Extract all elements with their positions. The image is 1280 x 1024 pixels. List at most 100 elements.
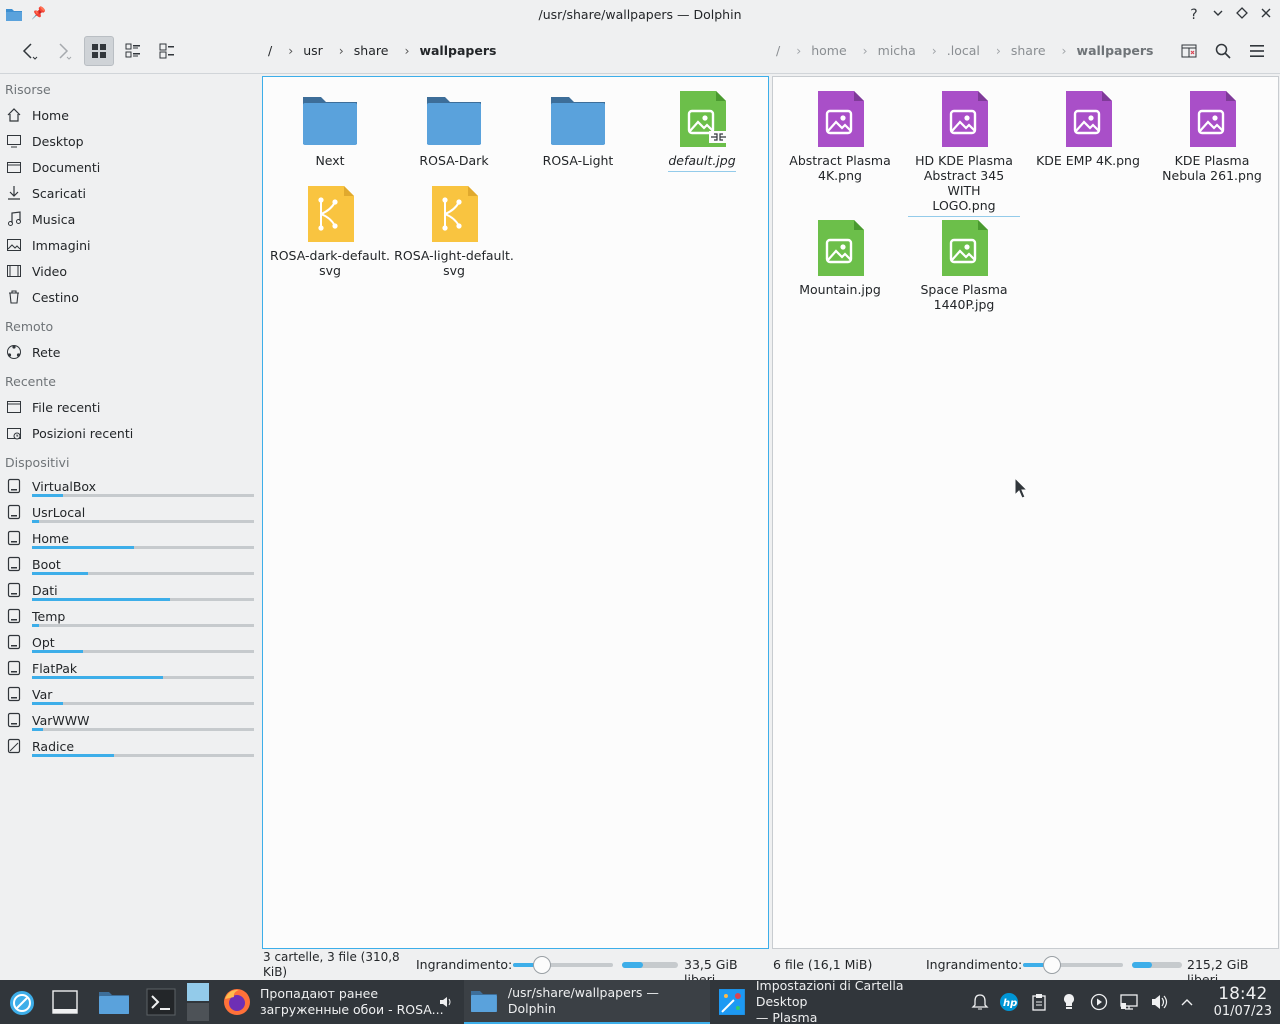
sidebar-item-musica[interactable]: Musica [5, 207, 257, 231]
sidebar-item-desktop[interactable]: Desktop [5, 129, 257, 153]
file-name: ROSA-light-default. svg [394, 248, 514, 278]
zoom-slider-handle[interactable] [533, 956, 551, 974]
network-wired-icon[interactable] [1119, 992, 1139, 1012]
minimize-button[interactable] [1208, 5, 1228, 25]
file-name: Mountain.jpg [799, 282, 881, 297]
lightbulb-icon[interactable] [1059, 992, 1079, 1012]
sidebar-item-documenti[interactable]: Documenti [5, 155, 257, 179]
task-firefox[interactable]: Пропадают ранее загруженные обои - ROSA..… [216, 980, 462, 1024]
rosa-launcher-icon [10, 991, 34, 1015]
breadcrumb-wallpapers[interactable]: wallpapers [419, 43, 496, 58]
back-button[interactable] [12, 36, 46, 66]
video-icon [5, 262, 23, 280]
breadcrumb-root[interactable]: / [776, 43, 780, 58]
right-file-view[interactable]: Abstract Plasma 4K.png HD KDE Plasma Abstr… [772, 76, 1279, 949]
sidebar-item-posizioni-recenti[interactable]: Posizioni recenti [5, 421, 257, 445]
folder-item[interactable]: ROSA-Light [518, 91, 638, 168]
search-button[interactable] [1208, 36, 1238, 66]
hard-drive-icon [5, 503, 23, 521]
sidebar-item-cestino[interactable]: Cestino [5, 285, 257, 309]
menu-button[interactable] [1242, 36, 1272, 66]
sidebar-item-label: Rete [32, 344, 61, 360]
image-file-icon [818, 220, 864, 276]
forward-button[interactable] [48, 36, 78, 66]
file-item[interactable]: Mountain.jpg [780, 220, 900, 297]
file-item[interactable]: HD KDE Plasma Abstract 345 WITH LOGO.png [904, 91, 1024, 217]
split-view-button[interactable] [1174, 36, 1204, 66]
disk-usage-bar [1132, 962, 1182, 968]
details-view-button[interactable] [118, 36, 148, 66]
close-icon [1261, 8, 1271, 18]
compact-view-button[interactable] [152, 36, 182, 66]
chevron-up-icon[interactable] [1177, 992, 1197, 1012]
help-button[interactable]: ? [1184, 5, 1204, 25]
speaker-icon[interactable] [438, 994, 454, 1010]
image-file-icon [818, 91, 864, 147]
folder-icon [99, 992, 129, 1014]
volume-icon[interactable] [1149, 992, 1169, 1012]
task-plasma-settings[interactable]: Impostazioni di Cartella Desktop — Plasma [712, 978, 958, 1024]
sidebar-item-immagini[interactable]: Immagini [5, 233, 257, 257]
hard-drive-icon [5, 529, 23, 547]
breadcrumb-wallpapers[interactable]: wallpapers [1077, 43, 1154, 58]
sidebar-item-file-recenti[interactable]: File recenti [5, 395, 257, 419]
close-button[interactable] [1256, 5, 1276, 25]
recent-locations-icon [5, 424, 23, 442]
breadcrumb-home[interactable]: home [811, 43, 846, 58]
file-item[interactable]: KDE Plasma Nebula 261.png [1152, 91, 1272, 183]
file-item[interactable]: Abstract Plasma 4K.png [780, 91, 900, 183]
pictures-icon [5, 236, 23, 254]
file-item[interactable]: ROSA-light-default. svg [394, 186, 514, 278]
folder-item[interactable]: ROSA-Dark [394, 91, 514, 168]
diamond-icon [1236, 7, 1248, 19]
file-name: Abstract Plasma 4K.png [789, 153, 891, 183]
breadcrumb-usr[interactable]: usr [303, 43, 323, 58]
breadcrumb-local[interactable]: .local [947, 43, 980, 58]
sidebar-item-rete[interactable]: Rete [5, 340, 257, 364]
device-usage-bar [32, 494, 254, 497]
zoom-slider-handle[interactable] [1043, 956, 1061, 974]
folder-icon [427, 97, 481, 145]
device-usage-bar [32, 754, 254, 757]
chevron-left-icon [22, 43, 38, 60]
file-item[interactable]: KDE EMP 4K.png [1028, 91, 1148, 168]
network-icon [5, 343, 23, 361]
pager-widget[interactable] [186, 982, 210, 1022]
maximize-button[interactable] [1232, 5, 1252, 25]
compact-view-icon [159, 43, 174, 59]
image-file-icon [680, 91, 729, 147]
hp-printer-icon[interactable]: hp [999, 992, 1019, 1012]
details-list-icon [125, 43, 140, 58]
svg-file-icon [432, 186, 478, 242]
zoom-slider[interactable] [1023, 963, 1123, 967]
folder-item[interactable]: Next [270, 91, 390, 168]
terminal-launcher[interactable] [146, 988, 176, 1016]
app-launcher-button[interactable] [8, 989, 36, 1017]
zoom-label: Ingrandimento: [926, 957, 1023, 972]
breadcrumb-share[interactable]: share [354, 43, 389, 58]
breadcrumb-micha[interactable]: micha [878, 43, 916, 58]
icons-view-button[interactable] [84, 36, 114, 66]
notifications-icon[interactable] [970, 992, 990, 1012]
breadcrumb-share[interactable]: share [1011, 43, 1046, 58]
dolphin-launcher[interactable] [98, 989, 130, 1015]
task-dolphin[interactable]: /usr/share/wallpapers — Dolphin [464, 980, 710, 1024]
zoom-slider[interactable] [513, 963, 613, 967]
file-item[interactable]: default.jpg [642, 91, 762, 172]
breadcrumb-root[interactable]: / [268, 43, 272, 58]
file-name: ROSA-dark-default. svg [270, 248, 390, 278]
left-file-view[interactable]: Next ROSA-Dark ROSA-Light default.jpg RO… [262, 76, 769, 949]
device-usage-fill [32, 624, 39, 627]
file-name: Space Plasma 1440P.jpg [920, 282, 1008, 312]
file-item[interactable]: Space Plasma 1440P.jpg [904, 220, 1024, 312]
media-player-icon[interactable] [1089, 992, 1109, 1012]
sidebar-item-scaricati[interactable]: Scaricati [5, 181, 257, 205]
sidebar-item-label: Opt [32, 634, 55, 650]
sidebar-item-home[interactable]: Home [5, 103, 257, 127]
sidebar-item-video[interactable]: Video [5, 259, 257, 283]
digital-clock[interactable]: 18:42 01/07/23 [1214, 984, 1272, 1020]
clipboard-icon[interactable] [1029, 992, 1049, 1012]
device-usage-bar [32, 676, 254, 679]
show-desktop-button[interactable] [52, 990, 78, 1014]
file-item[interactable]: ROSA-dark-default. svg [270, 186, 390, 278]
